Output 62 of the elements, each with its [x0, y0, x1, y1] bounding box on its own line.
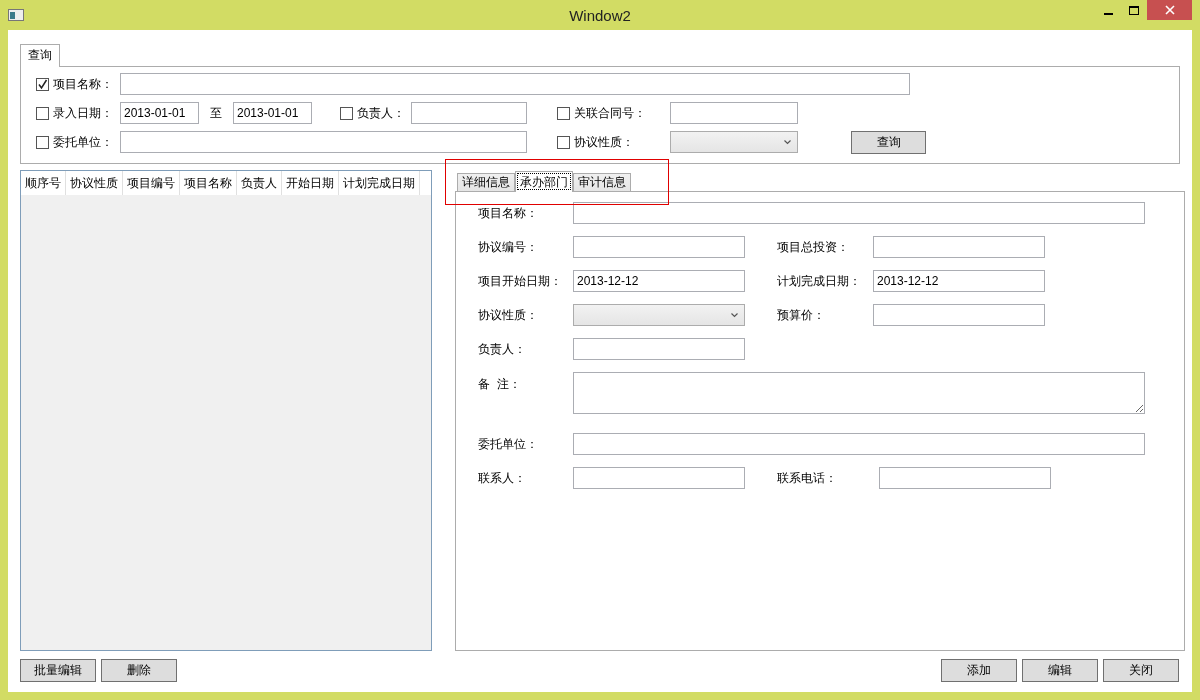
window-icon	[8, 9, 24, 21]
field-label: 项目名称：	[478, 204, 539, 222]
input-field[interactable]	[670, 102, 798, 124]
field-label: 联系电话：	[777, 469, 838, 487]
input-field[interactable]: 2013-12-12	[873, 270, 1045, 292]
filter-label: 关联合同号：	[574, 104, 647, 122]
close-icon	[1164, 5, 1175, 15]
input-field[interactable]	[879, 467, 1051, 489]
checkbox[interactable]	[36, 106, 49, 120]
filter-label: 协议性质：	[574, 133, 635, 151]
action-button[interactable]: 关闭	[1103, 659, 1179, 682]
search-button[interactable]: 查询	[851, 130, 926, 154]
date-field[interactable]: 2013-01-01	[233, 102, 312, 124]
checkmark-icon	[37, 78, 48, 90]
checkbox[interactable]	[36, 135, 49, 149]
field-label: 委托单位：	[478, 435, 539, 453]
field-label: 备 注：	[478, 376, 522, 393]
field-label: 项目总投资：	[777, 238, 850, 256]
action-button[interactable]: 添加	[941, 659, 1017, 682]
notes-field[interactable]	[573, 372, 1145, 414]
action-button[interactable]: 批量编辑	[20, 659, 96, 682]
checkbox[interactable]	[340, 106, 353, 120]
window-title: Window2	[569, 6, 631, 24]
date-field[interactable]: 2013-01-01	[120, 102, 199, 124]
action-button[interactable]: 删除	[101, 659, 177, 682]
input-field[interactable]	[573, 467, 745, 489]
checkbox[interactable]	[557, 135, 570, 149]
filter-label: 委托单位：	[53, 133, 114, 151]
range-separator: 至	[210, 104, 222, 122]
checkbox[interactable]	[557, 106, 570, 120]
input-field[interactable]	[573, 433, 1145, 455]
action-button[interactable]: 编辑	[1022, 659, 1098, 682]
input-field[interactable]	[573, 338, 745, 360]
input-field[interactable]	[411, 102, 527, 124]
field-label: 协议编号：	[478, 238, 539, 256]
field-label: 计划完成日期：	[777, 272, 862, 290]
tab[interactable]: 详细信息	[457, 173, 515, 191]
tab[interactable]: 审计信息	[573, 173, 631, 191]
field-label: 项目开始日期：	[478, 272, 563, 290]
filter-label: 负责人：	[357, 104, 406, 122]
checkbox[interactable]	[36, 77, 49, 91]
dropdown[interactable]	[670, 131, 798, 153]
input-field[interactable]	[873, 236, 1045, 258]
filter-label: 项目名称：	[53, 75, 114, 93]
input-field[interactable]	[120, 73, 910, 95]
tab[interactable]: 承办部门	[515, 171, 573, 192]
field-label: 协议性质：	[478, 306, 539, 324]
maximize-icon	[1129, 5, 1139, 15]
chevron-down-icon	[784, 139, 791, 145]
field-label: 联系人：	[478, 469, 527, 487]
input-field[interactable]	[573, 202, 1145, 224]
dropdown[interactable]	[573, 304, 745, 326]
input-field[interactable]	[120, 131, 527, 153]
input-field[interactable]	[873, 304, 1045, 326]
minimize-icon	[1103, 12, 1113, 15]
input-field[interactable]: 2013-12-12	[573, 270, 745, 292]
chevron-down-icon	[731, 312, 738, 318]
filter-label: 录入日期：	[53, 104, 114, 122]
input-field[interactable]	[573, 236, 745, 258]
query-tab[interactable]: 查询	[20, 44, 60, 67]
field-label: 预算价：	[777, 306, 826, 324]
field-label: 负责人：	[478, 340, 527, 358]
